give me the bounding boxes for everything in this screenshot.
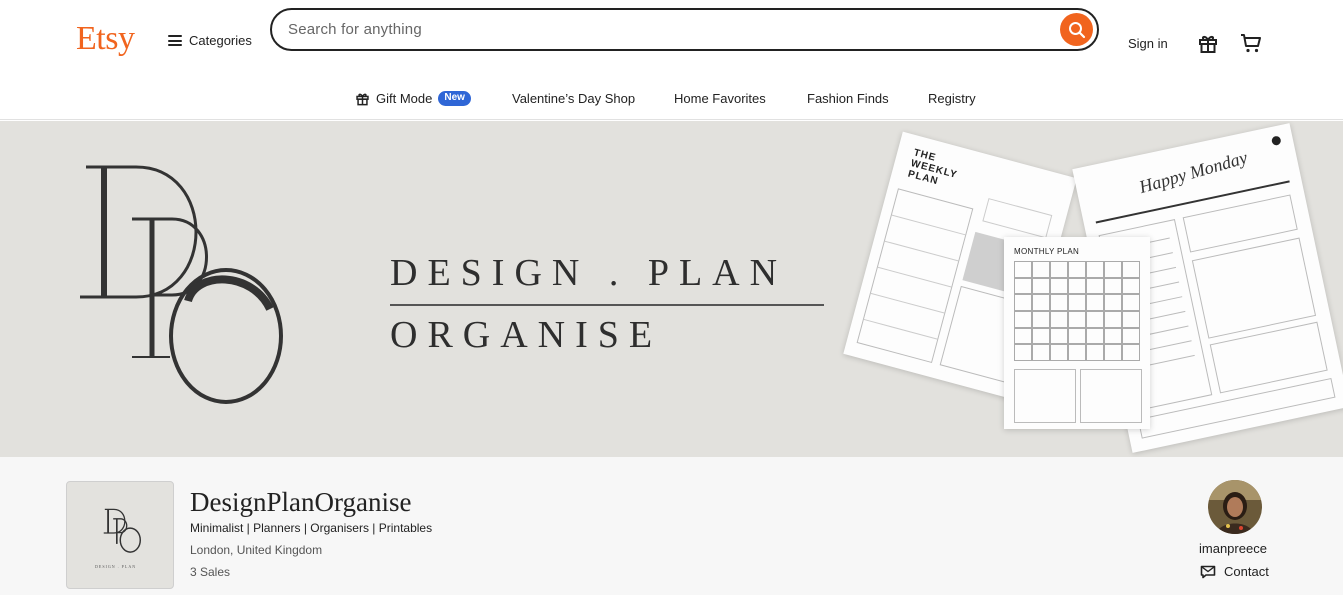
shop-name: DesignPlanOrganise: [190, 487, 412, 517]
etsy-logo[interactable]: Etsy: [76, 20, 135, 58]
daily-todo-block: [1191, 237, 1317, 339]
weekly-planner-title: THE WEEKLY PLAN: [906, 147, 959, 188]
shop-tagline: Minimalist | Planners | Organisers | Pri…: [190, 521, 433, 535]
categories-label: Categories: [189, 33, 252, 48]
shop-location: London, United Kingdom: [190, 543, 323, 557]
gift-icon[interactable]: [1197, 32, 1219, 54]
monthly-calendar-grid: [1014, 261, 1140, 361]
shop-info-section: DESIGN . PLAN DesignPlanOrganise Minimal…: [0, 457, 1343, 595]
search-button[interactable]: [1060, 13, 1093, 46]
contact-button[interactable]: Contact: [1200, 564, 1269, 579]
shop-sales-count[interactable]: 3 Sales: [190, 565, 230, 579]
shop-avatar-caption: DESIGN . PLAN: [95, 564, 137, 569]
nav-item-valentines-day-shop[interactable]: Valentine’s Day Shop: [512, 91, 635, 106]
nav-item-home-favorites[interactable]: Home Favorites: [674, 91, 766, 106]
banner-divider: [390, 304, 824, 306]
gift-icon: [356, 93, 369, 106]
monthly-goals-block: [1014, 369, 1076, 423]
search-input[interactable]: [288, 10, 1048, 49]
banner-headline-line2: ORGANISE: [390, 314, 663, 356]
dpo-monogram-logo: [80, 165, 283, 404]
categories-button[interactable]: Categories: [168, 33, 252, 48]
shop-banner: DESIGN . PLAN ORGANISE THE WEEKLY PLAN H…: [0, 121, 1343, 457]
banner-headline-line1: DESIGN . PLAN: [390, 252, 788, 294]
owner-avatar[interactable]: [1208, 480, 1262, 534]
contact-label: Contact: [1224, 564, 1269, 579]
site-header: Etsy Categories Sign in: [0, 0, 1343, 80]
nav-item-fashion-finds[interactable]: Fashion Finds: [807, 91, 889, 106]
owner-name[interactable]: imanpreece: [1199, 541, 1267, 556]
nav-item-gift-mode[interactable]: Gift Mode New: [355, 91, 471, 106]
cart-icon[interactable]: [1240, 32, 1262, 54]
top-navigation: Gift Mode New Valentine’s Day Shop Home …: [0, 80, 1343, 120]
search-bar: [270, 8, 1099, 51]
monthly-planner-preview: MONTHLY PLAN: [1004, 237, 1150, 429]
dpo-monogram-logo: [103, 508, 141, 553]
shop-avatar[interactable]: DESIGN . PLAN: [66, 481, 174, 589]
weekly-goals-block: [982, 198, 1053, 239]
planner-dot-icon: [1270, 135, 1282, 147]
owner-photo: [1208, 480, 1262, 534]
new-badge: New: [438, 91, 471, 106]
message-icon: [1200, 565, 1216, 578]
search-icon: [1068, 21, 1085, 38]
monthly-notes-block: [1080, 369, 1142, 423]
monthly-planner-title: MONTHLY PLAN: [1014, 247, 1080, 256]
nav-item-registry[interactable]: Registry: [928, 91, 976, 106]
nav-item-label: Gift Mode: [376, 91, 433, 106]
hamburger-icon: [168, 35, 182, 46]
sign-in-link[interactable]: Sign in: [1128, 36, 1168, 51]
daily-planner-title: Happy Monday: [1136, 147, 1250, 198]
